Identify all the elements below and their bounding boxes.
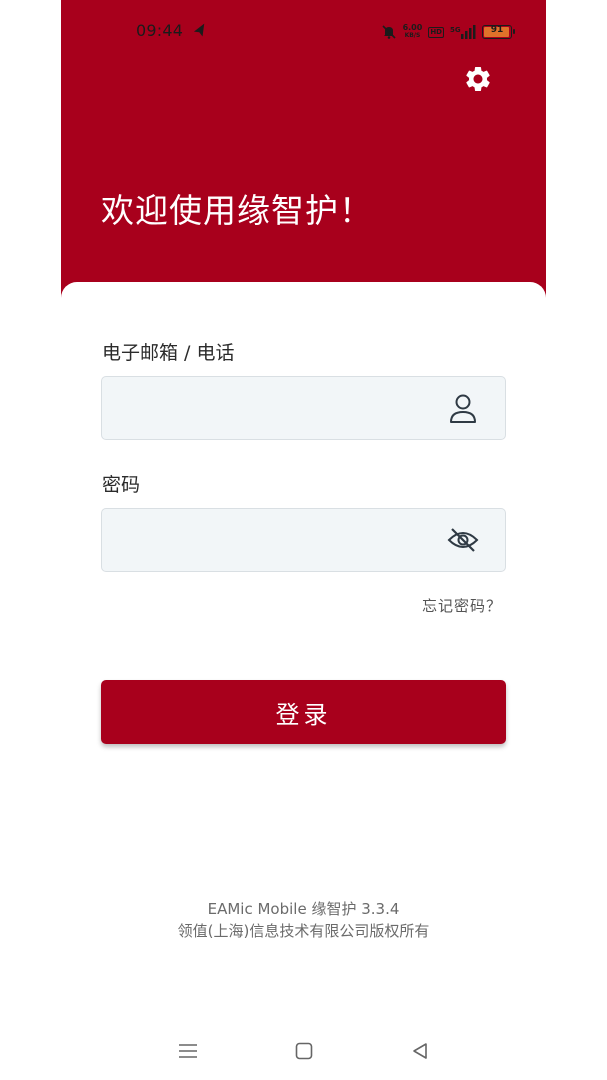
login-card: 电子邮箱 / 电话 密码 忘记密码？ 登录 EAMic Mobile 缘智护 3… bbox=[61, 282, 546, 1080]
header-banner: 09:44 6.00 KB/S HD 5G 91 欢迎使用缘智护！ bbox=[61, 0, 546, 300]
battery-level: 91 bbox=[490, 25, 504, 35]
nav-menu-button[interactable] bbox=[177, 1040, 199, 1062]
password-field[interactable] bbox=[116, 509, 436, 571]
menu-icon bbox=[179, 1044, 197, 1058]
mute-icon bbox=[381, 24, 397, 40]
signal-label: 5G bbox=[450, 26, 461, 34]
eye-off-icon[interactable] bbox=[447, 524, 479, 556]
signal-icon: 5G bbox=[450, 25, 476, 39]
gear-icon bbox=[466, 67, 490, 91]
welcome-title: 欢迎使用缘智护！ bbox=[101, 191, 373, 230]
square-icon bbox=[295, 1042, 313, 1060]
hd-badge: HD bbox=[428, 26, 444, 38]
network-speed: 6.00 KB/S bbox=[403, 24, 423, 40]
system-nav-bar bbox=[61, 1032, 546, 1068]
footer-version: EAMic Mobile 缘智护 3.3.4 bbox=[207, 900, 400, 918]
nav-back-button[interactable] bbox=[409, 1040, 431, 1062]
status-bar: 09:44 6.00 KB/S HD 5G 91 bbox=[61, 18, 546, 46]
status-time: 09:44 bbox=[136, 21, 184, 40]
email-field[interactable] bbox=[116, 377, 436, 439]
settings-button[interactable] bbox=[461, 62, 495, 96]
triangle-back-icon bbox=[413, 1043, 427, 1059]
navigation-arrow-icon bbox=[192, 23, 208, 39]
footer-copyright: 领值(上海)信息技术有限公司版权所有 bbox=[177, 922, 430, 940]
email-label: 电子邮箱 / 电话 bbox=[102, 342, 235, 364]
status-indicators: 6.00 KB/S HD 5G 91 bbox=[381, 22, 515, 42]
user-icon bbox=[447, 392, 479, 424]
network-speed-unit: KB/S bbox=[404, 32, 421, 39]
battery-icon: 91 bbox=[482, 25, 515, 39]
nav-home-button[interactable] bbox=[293, 1040, 315, 1062]
network-speed-value: 6.00 bbox=[402, 23, 423, 32]
login-screen: 09:44 6.00 KB/S HD 5G 91 欢迎使用缘智护！ 电子邮箱 /… bbox=[61, 0, 546, 1080]
password-label: 密码 bbox=[102, 474, 141, 496]
login-button[interactable]: 登录 bbox=[101, 680, 506, 744]
email-field-container bbox=[101, 376, 506, 440]
password-field-container bbox=[101, 508, 506, 572]
forgot-password-link[interactable]: 忘记密码？ bbox=[422, 595, 502, 616]
